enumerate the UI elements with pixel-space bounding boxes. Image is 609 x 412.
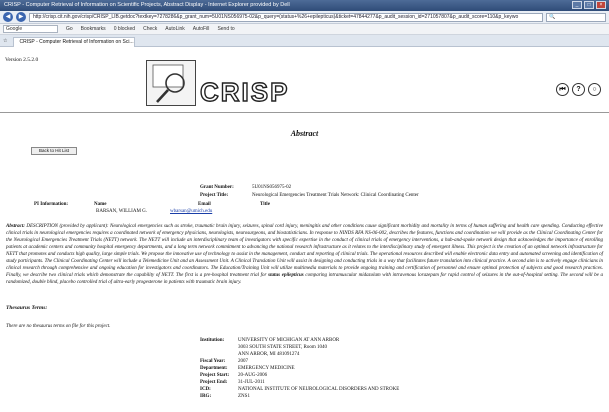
detail-key — [200, 351, 238, 358]
crisp-logo — [146, 60, 196, 106]
window-titlebar: CRISP - Computer Retrieval of Informatio… — [0, 0, 609, 11]
tab-bar: ☆ CRISP - Computer Retrieval of Informat… — [0, 35, 609, 47]
project-title-label: Project Title: — [200, 193, 229, 198]
pi-name-header: Name — [94, 202, 107, 207]
detail-key: Fiscal Year: — [200, 359, 226, 364]
detail-key: Department: — [200, 366, 228, 371]
toolbar-go[interactable]: Go — [66, 26, 73, 32]
detail-value: EMERGENCY MEDICINE — [238, 366, 295, 371]
tab-crisp[interactable]: CRISP - Computer Retrieval of Informatio… — [13, 36, 136, 47]
project-title: Neurological Emergencies Treatment Trial… — [252, 193, 419, 198]
pi-title-header: Title — [260, 202, 270, 207]
detail-row: Fiscal Year: 2007 — [200, 358, 399, 365]
back-to-start-icon[interactable]: ⏮ — [556, 83, 569, 96]
detail-value: ANN ARBOR, MI 481091274 — [238, 352, 300, 357]
detail-value: 3003 SOUTH STATE STREET, Room 1040 — [238, 345, 327, 350]
grant-number: 5U01NS056975-02 — [252, 185, 292, 190]
help-icon[interactable]: ? — [572, 83, 585, 96]
pi-email-link[interactable]: wbarsan@umich.edu — [170, 208, 212, 215]
toolbar-bookmarks[interactable]: Bookmarks — [81, 26, 106, 32]
address-bar: ◀ ▶ http://crisp.cit.nih.gov/crisp/CRISP… — [0, 11, 609, 24]
pi-label: PI Information: — [34, 202, 69, 207]
toolbar-autolink[interactable]: AutoLink — [165, 26, 184, 32]
magnifier-icon — [152, 64, 185, 103]
toolbar-sendto[interactable]: Send to — [217, 26, 234, 32]
detail-value: UNIVERSITY OF MICHIGAN AT ANN ARBOR — [238, 338, 340, 343]
thesaurus-text: There are no thesaurus terms on file for… — [6, 324, 111, 329]
detail-value: 20-AUG-2006 — [238, 373, 268, 378]
maximize-button[interactable]: □ — [584, 1, 594, 9]
toolbar-autofill[interactable]: AutoFill — [193, 26, 210, 32]
detail-key: ICD: — [200, 387, 211, 392]
detail-key: Project End: — [200, 380, 228, 385]
forward-arrow-icon[interactable]: ▶ — [16, 12, 26, 22]
detail-row: Project Start: 20-AUG-2006 — [200, 372, 399, 379]
detail-value: ZNS1 — [238, 394, 250, 399]
google-search-field[interactable]: Google — [3, 25, 58, 33]
detail-row: IRG: ZNS1 — [200, 393, 399, 400]
abstract-text: Abstract: DESCRIPTION (provided by appli… — [6, 223, 603, 286]
detail-row: Institution: UNIVERSITY OF MICHIGAN AT AN… — [200, 337, 399, 344]
star-icon[interactable]: ☆ — [3, 38, 7, 44]
page-title: Abstract — [290, 129, 319, 138]
minimize-button[interactable]: _ — [572, 1, 582, 9]
version-label: Version 2.5.2.0 — [5, 57, 39, 63]
back-arrow-icon[interactable]: ◀ — [3, 12, 13, 22]
detail-row: ICD: NATIONAL INSTITUTE OF NEUROLOGICAL D… — [200, 386, 399, 393]
toolbar-check[interactable]: Check — [143, 26, 157, 32]
page-content: Version 2.5.2.0 CRISP ⏮ ? ○ Abstract Bac… — [0, 47, 609, 412]
search-input[interactable]: 🔍 — [546, 12, 606, 22]
detail-key — [200, 344, 238, 351]
grant-info: Grant Number: 5U01NS056975-02 Project Tit… — [200, 184, 419, 200]
detail-key: Institution: — [200, 338, 225, 343]
abstract-highlight: status epilepticus — [268, 273, 304, 278]
thesaurus-title: Thesaurus Terms: — [6, 305, 48, 311]
home-icon[interactable]: ○ — [588, 83, 601, 96]
crisp-logo-text: CRISP — [199, 76, 290, 107]
header-divider — [0, 112, 609, 113]
detail-row: 3003 SOUTH STATE STREET, Room 1040 — [200, 344, 399, 351]
abstract-label: Abstract: — [6, 224, 25, 229]
back-to-hit-list-button[interactable]: Back to Hit List — [31, 147, 77, 155]
toolbar-popup-blocked[interactable]: 0 blocked — [114, 26, 135, 32]
window-controls: _ □ × — [572, 1, 606, 9]
pi-name: BARSAN, WILLIAM G. — [96, 209, 148, 214]
browser-toolbar: Google Go Bookmarks 0 blocked Check Auto… — [0, 24, 609, 35]
url-field[interactable]: http://crisp.cit.nih.gov/crisp/CRISP_LIB… — [29, 12, 543, 22]
project-details: Institution: UNIVERSITY OF MICHIGAN AT AN… — [200, 337, 399, 400]
detail-row: Project End: 31-JUL-2011 — [200, 379, 399, 386]
detail-row: ANN ARBOR, MI 481091274 — [200, 351, 399, 358]
detail-key: Project Start: — [200, 373, 230, 378]
header-icons: ⏮ ? ○ — [556, 83, 601, 96]
detail-key: IRG: — [200, 394, 212, 399]
detail-value: 2007 — [238, 359, 248, 364]
detail-value: 31-JUL-2011 — [238, 380, 265, 385]
close-button[interactable]: × — [596, 1, 606, 9]
pi-email-header: Email — [198, 202, 211, 207]
detail-row: Department: EMERGENCY MEDICINE — [200, 365, 399, 372]
detail-value: NATIONAL INSTITUTE OF NEUROLOGICAL DISOR… — [238, 387, 400, 392]
window-title: CRISP - Computer Retrieval of Informatio… — [4, 2, 290, 8]
abstract-body: DESCRIPTION (provided by applicant): Neu… — [6, 224, 604, 278]
grant-number-label: Grant Number: — [200, 185, 234, 190]
